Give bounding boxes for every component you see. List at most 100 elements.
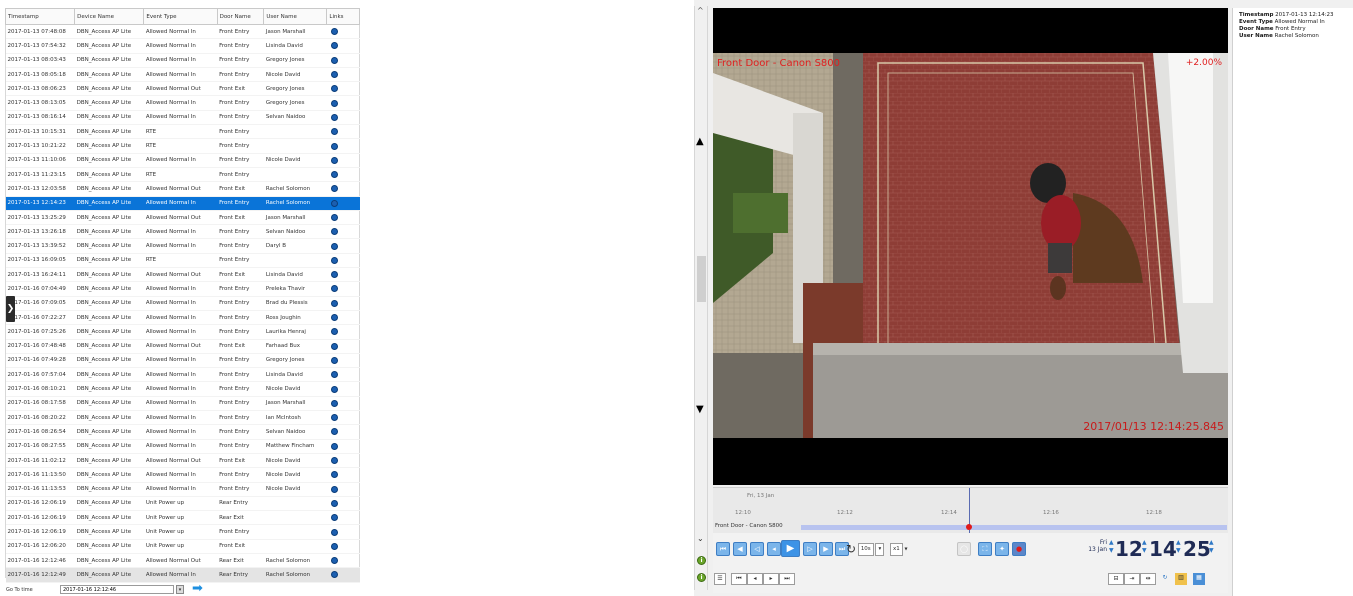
speed-select[interactable]: x1	[889, 542, 903, 556]
table-row[interactable]: 2017-01-13 11:10:06 DBN_Access AP Lite All…	[5, 153, 360, 168]
table-row[interactable]: 2017-01-16 11:13:53 DBN_Access AP Lite All…	[5, 482, 360, 497]
table-row[interactable]: 2017-01-13 13:26:18 DBN_Access AP Lite All…	[5, 224, 360, 240]
table-row[interactable]: 2017-01-13 08:03:43 DBN_Access AP Lite All…	[5, 53, 360, 68]
scroll-up-icon[interactable]: ^	[697, 6, 704, 15]
table-row[interactable]: 2017-01-13 10:15:31 DBN_Access AP Lite RTE…	[5, 124, 360, 140]
table-row[interactable]: 2017-01-16 07:25:26 DBN_Access AP Lite All…	[5, 324, 360, 340]
arrow-down-icon[interactable]: ▼	[696, 404, 704, 415]
video-link-icon[interactable]	[330, 356, 338, 364]
page-first-button[interactable]: ⏮	[731, 573, 747, 585]
video-link-icon[interactable]	[330, 442, 338, 450]
table-row[interactable]: 2017-01-16 12:06:19 DBN_Access AP Lite Uni…	[5, 496, 360, 512]
table-row[interactable]: 2017-01-13 12:14:23 DBN_Access AP Lite All…	[5, 196, 360, 211]
video-link-icon[interactable]	[330, 499, 338, 507]
table-row[interactable]: 2017-01-13 12:03:58 DBN_Access AP Lite All…	[5, 181, 360, 197]
table-row[interactable]: 2017-01-13 11:23:15 DBN_Access AP Lite RTE…	[5, 167, 360, 183]
layout-icon[interactable]: ⊟	[1108, 573, 1124, 585]
video-link-icon[interactable]	[330, 328, 338, 336]
video-link-icon[interactable]	[330, 457, 338, 465]
fit-horizontal-icon[interactable]: ⇹	[1140, 573, 1156, 585]
info-icon-2[interactable]: i	[697, 573, 706, 582]
video-link-icon[interactable]	[330, 256, 338, 264]
video-link-icon[interactable]	[330, 56, 338, 64]
step-back-button[interactable]: ◀	[733, 542, 747, 556]
snapshot-button[interactable]: ⛶	[978, 542, 992, 556]
second-spinner-icon[interactable]: ▲ ▼	[1176, 539, 1181, 555]
fast-forward-button[interactable]: ▶	[819, 542, 833, 556]
video-link-icon[interactable]	[330, 42, 338, 50]
video-link-icon[interactable]	[330, 185, 338, 193]
table-row[interactable]: 2017-01-16 08:10:21 DBN_Access AP Lite All…	[5, 381, 360, 397]
video-link-icon[interactable]	[330, 71, 338, 79]
table-row[interactable]: 2017-01-13 07:54:32 DBN_Access AP Lite All…	[5, 38, 360, 54]
video-link-icon[interactable]	[330, 28, 338, 36]
page-next-button[interactable]: ▸	[763, 573, 779, 585]
timeline[interactable]: Fri, 13 Jan 12:10 12:12 12:14 12:16 12:1…	[713, 487, 1228, 533]
calendar-dropdown-icon[interactable]: ▾	[176, 585, 184, 594]
video-link-icon[interactable]	[330, 299, 338, 307]
second-spinner-icon-right[interactable]: ▲ ▼	[1209, 539, 1214, 555]
video-link-icon[interactable]	[330, 128, 338, 136]
list-view-icon[interactable]: ☰	[714, 573, 726, 585]
vertical-splitter[interactable]: ^ ▲ ▼ ⌄	[694, 6, 708, 590]
video-link-icon[interactable]	[330, 385, 338, 393]
skip-interval-select[interactable]: 10s	[857, 542, 874, 556]
column-header-door-name[interactable]: Door Name	[216, 8, 265, 25]
column-header-timestamp[interactable]: Timestamp	[4, 8, 76, 25]
table-row[interactable]: 2017-01-16 11:02:12 DBN_Access AP Lite All…	[5, 453, 360, 469]
table-row[interactable]: 2017-01-16 07:22:27 DBN_Access AP Lite All…	[5, 310, 360, 326]
table-row[interactable]: 2017-01-16 07:48:48 DBN_Access AP Lite All…	[5, 339, 360, 354]
table-row[interactable]: 2017-01-16 12:06:19 DBN_Access AP Lite Uni…	[5, 524, 360, 540]
expand-panel-handle[interactable]: ❯	[6, 296, 15, 322]
video-link-icon[interactable]	[330, 528, 338, 536]
bookmark-button[interactable]: ✦	[995, 542, 1009, 556]
column-header-device-name[interactable]: Device Name	[74, 8, 145, 25]
video-link-icon[interactable]	[330, 471, 338, 479]
video-link-icon[interactable]	[330, 557, 338, 565]
step-forward-button[interactable]: ▷	[803, 542, 817, 556]
video-link-icon[interactable]	[330, 428, 338, 436]
video-link-icon[interactable]	[330, 228, 338, 236]
skip-interval-dropdown-icon[interactable]: ▾	[875, 542, 885, 556]
goto-arrow-icon[interactable]: ➡	[192, 582, 203, 595]
video-link-icon[interactable]	[330, 214, 338, 221]
table-row[interactable]: 2017-01-13 16:24:11 DBN_Access AP Lite All…	[5, 267, 360, 283]
video-link-icon[interactable]	[330, 371, 338, 379]
table-row[interactable]: 2017-01-16 07:09:05 DBN_Access AP Lite All…	[5, 296, 360, 311]
info-icon[interactable]: i	[697, 556, 706, 565]
video-link-icon[interactable]	[330, 199, 338, 207]
video-link-icon[interactable]	[330, 271, 338, 279]
video-link-icon[interactable]	[330, 171, 338, 179]
table-row[interactable]: 2017-01-13 08:05:18 DBN_Access AP Lite All…	[5, 67, 360, 83]
table-row[interactable]: 2017-01-13 10:21:22 DBN_Access AP Lite RTE…	[5, 138, 360, 154]
first-frame-button[interactable]: ⏮	[716, 542, 730, 556]
table-row[interactable]: 2017-01-16 12:06:19 DBN_Access AP Lite Uni…	[5, 510, 360, 526]
video-link-icon[interactable]	[330, 571, 338, 579]
table-row[interactable]: 2017-01-13 08:13:05 DBN_Access AP Lite All…	[5, 95, 360, 111]
table-row[interactable]: 2017-01-13 13:39:52 DBN_Access AP Lite All…	[5, 238, 360, 254]
video-link-icon[interactable]	[330, 99, 338, 107]
table-row[interactable]: 2017-01-13 08:16:14 DBN_Access AP Lite All…	[5, 110, 360, 126]
table-row[interactable]: 2017-01-16 07:04:49 DBN_Access AP Lite All…	[5, 281, 360, 297]
video-link-icon[interactable]	[330, 156, 338, 164]
column-header-links[interactable]: Links	[326, 8, 360, 25]
column-header-event-type[interactable]: Event Type	[143, 8, 218, 25]
play-button[interactable]: ▶	[781, 540, 800, 557]
grid-icon[interactable]: ▦	[1193, 573, 1205, 585]
table-row[interactable]: 2017-01-16 11:13:50 DBN_Access AP Lite All…	[5, 467, 360, 483]
goto-time-input[interactable]	[60, 585, 174, 594]
table-row[interactable]: 2017-01-16 07:57:04 DBN_Access AP Lite All…	[5, 367, 360, 383]
expand-horizontal-icon[interactable]: ⇥	[1124, 573, 1140, 585]
video-link-icon[interactable]	[330, 314, 338, 322]
video-link-icon[interactable]	[330, 542, 338, 550]
splitter-thumb[interactable]	[697, 256, 706, 302]
page-last-button[interactable]: ⏭	[779, 573, 795, 585]
clock-minutes[interactable]: 14	[1149, 537, 1177, 561]
export-button[interactable]: ◯	[957, 542, 971, 556]
table-row[interactable]: 2017-01-13 07:48:08 DBN_Access AP Lite All…	[5, 24, 360, 40]
table-row[interactable]: 2017-01-16 08:17:58 DBN_Access AP Lite All…	[5, 396, 360, 412]
table-row[interactable]: 2017-01-16 08:20:22 DBN_Access AP Lite All…	[5, 410, 360, 426]
timeline-recording-track[interactable]	[801, 525, 1227, 530]
chevron-down-icon[interactable]: ⌄	[697, 534, 704, 543]
rewind-button[interactable]: ◁	[750, 542, 764, 556]
